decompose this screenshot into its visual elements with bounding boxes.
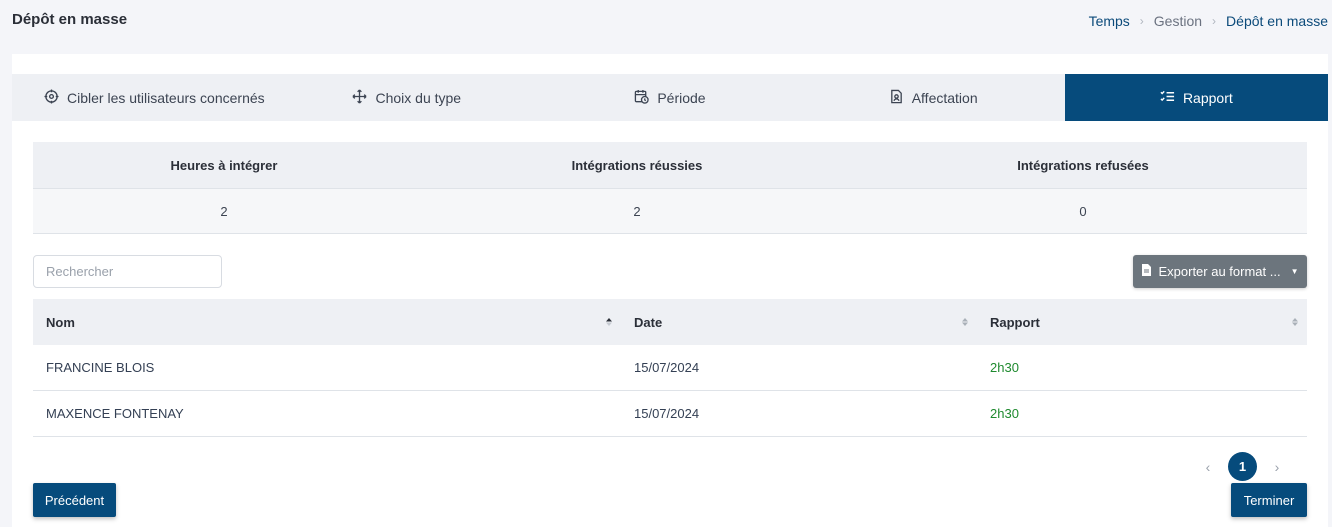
table-row[interactable]: MAXENCE FONTENAY 15/07/2024 2h30	[33, 391, 1307, 437]
move-arrows-icon	[352, 88, 367, 107]
wizard-tabs: Cibler les utilisateurs concernés Choix …	[12, 74, 1328, 121]
tab-periode[interactable]: Période	[538, 74, 801, 121]
search-input[interactable]	[33, 255, 222, 288]
summary-header-reussies: Intégrations réussies	[571, 157, 703, 173]
finish-button[interactable]: Terminer	[1231, 483, 1307, 517]
sort-icon	[1292, 318, 1298, 326]
summary-table: Heures à intégrer Intégrations réussies …	[33, 142, 1307, 234]
summary-header-row: Heures à intégrer Intégrations réussies …	[33, 142, 1307, 188]
tab-rapport[interactable]: Rapport	[1064, 74, 1328, 121]
summary-value-heures: 2	[220, 203, 228, 219]
chevron-right-icon: ›	[1212, 14, 1217, 28]
tab-affectation[interactable]: Affectation	[802, 74, 1065, 121]
column-header-label: Nom	[46, 314, 75, 330]
chevron-right-icon[interactable]: ›	[1271, 459, 1283, 475]
calendar-clock-icon	[634, 89, 650, 107]
sort-icon	[962, 318, 968, 326]
cell-date: 15/07/2024	[634, 360, 700, 375]
breadcrumb-item-gestion[interactable]: Gestion	[1154, 13, 1202, 29]
list-check-icon	[1160, 89, 1175, 107]
pagination-page-current[interactable]: 1	[1228, 452, 1257, 481]
summary-value-reussies: 2	[633, 203, 641, 219]
column-header-rapport[interactable]: Rapport	[977, 299, 1307, 345]
previous-button[interactable]: Précédent	[33, 483, 116, 517]
table-row[interactable]: FRANCINE BLOIS 15/07/2024 2h30	[33, 345, 1307, 391]
chevron-right-icon: ›	[1139, 14, 1144, 28]
target-icon	[44, 88, 59, 107]
tab-label: Choix du type	[375, 89, 462, 106]
cell-rapport: 2h30	[990, 360, 1019, 375]
cell-nom: MAXENCE FONTENAY	[46, 406, 184, 421]
tab-cibler-utilisateurs[interactable]: Cibler les utilisateurs concernés	[12, 74, 275, 121]
summary-value-row: 2 2 0	[33, 188, 1307, 234]
export-dropdown-button[interactable]: Exporter au format ... ▼	[1133, 255, 1307, 288]
table-header-row: Nom Date Rapport	[33, 299, 1307, 345]
column-header-date[interactable]: Date	[621, 299, 977, 345]
cell-nom: FRANCINE BLOIS	[46, 360, 155, 375]
cell-date: 15/07/2024	[634, 406, 700, 421]
file-icon	[1141, 264, 1152, 279]
summary-header-heures: Heures à intégrer	[170, 157, 278, 173]
pagination: ‹ 1 ›	[1202, 452, 1283, 481]
sort-asc-icon	[606, 318, 612, 326]
breadcrumb-item-current: Dépôt en masse	[1226, 13, 1328, 29]
user-document-icon	[889, 89, 904, 107]
summary-header-refusees: Intégrations refusées	[1017, 157, 1149, 173]
column-header-label: Date	[634, 314, 663, 330]
tab-label: Période	[657, 89, 706, 106]
tab-label: Cibler les utilisateurs concernés	[67, 89, 265, 106]
chevron-left-icon[interactable]: ‹	[1202, 459, 1214, 475]
summary-value-refusees: 0	[1079, 203, 1087, 219]
tab-label: Affectation	[911, 89, 978, 106]
breadcrumb: Temps › Gestion › Dépôt en masse	[1089, 13, 1328, 29]
report-table: Nom Date Rapport FRANCINE BLOIS 15/07/20…	[33, 299, 1307, 437]
wizard-card: Cibler les utilisateurs concernés Choix …	[12, 54, 1328, 527]
column-header-nom[interactable]: Nom	[33, 299, 621, 345]
tab-label: Rapport	[1182, 89, 1233, 106]
caret-down-icon: ▼	[1290, 267, 1299, 276]
breadcrumb-item-temps[interactable]: Temps	[1089, 13, 1130, 29]
tab-choix-type[interactable]: Choix du type	[275, 74, 538, 121]
page-title: Dépôt en masse	[12, 11, 128, 28]
export-label: Exporter au format ...	[1158, 264, 1281, 279]
column-header-label: Rapport	[990, 314, 1040, 330]
cell-rapport: 2h30	[990, 406, 1019, 421]
